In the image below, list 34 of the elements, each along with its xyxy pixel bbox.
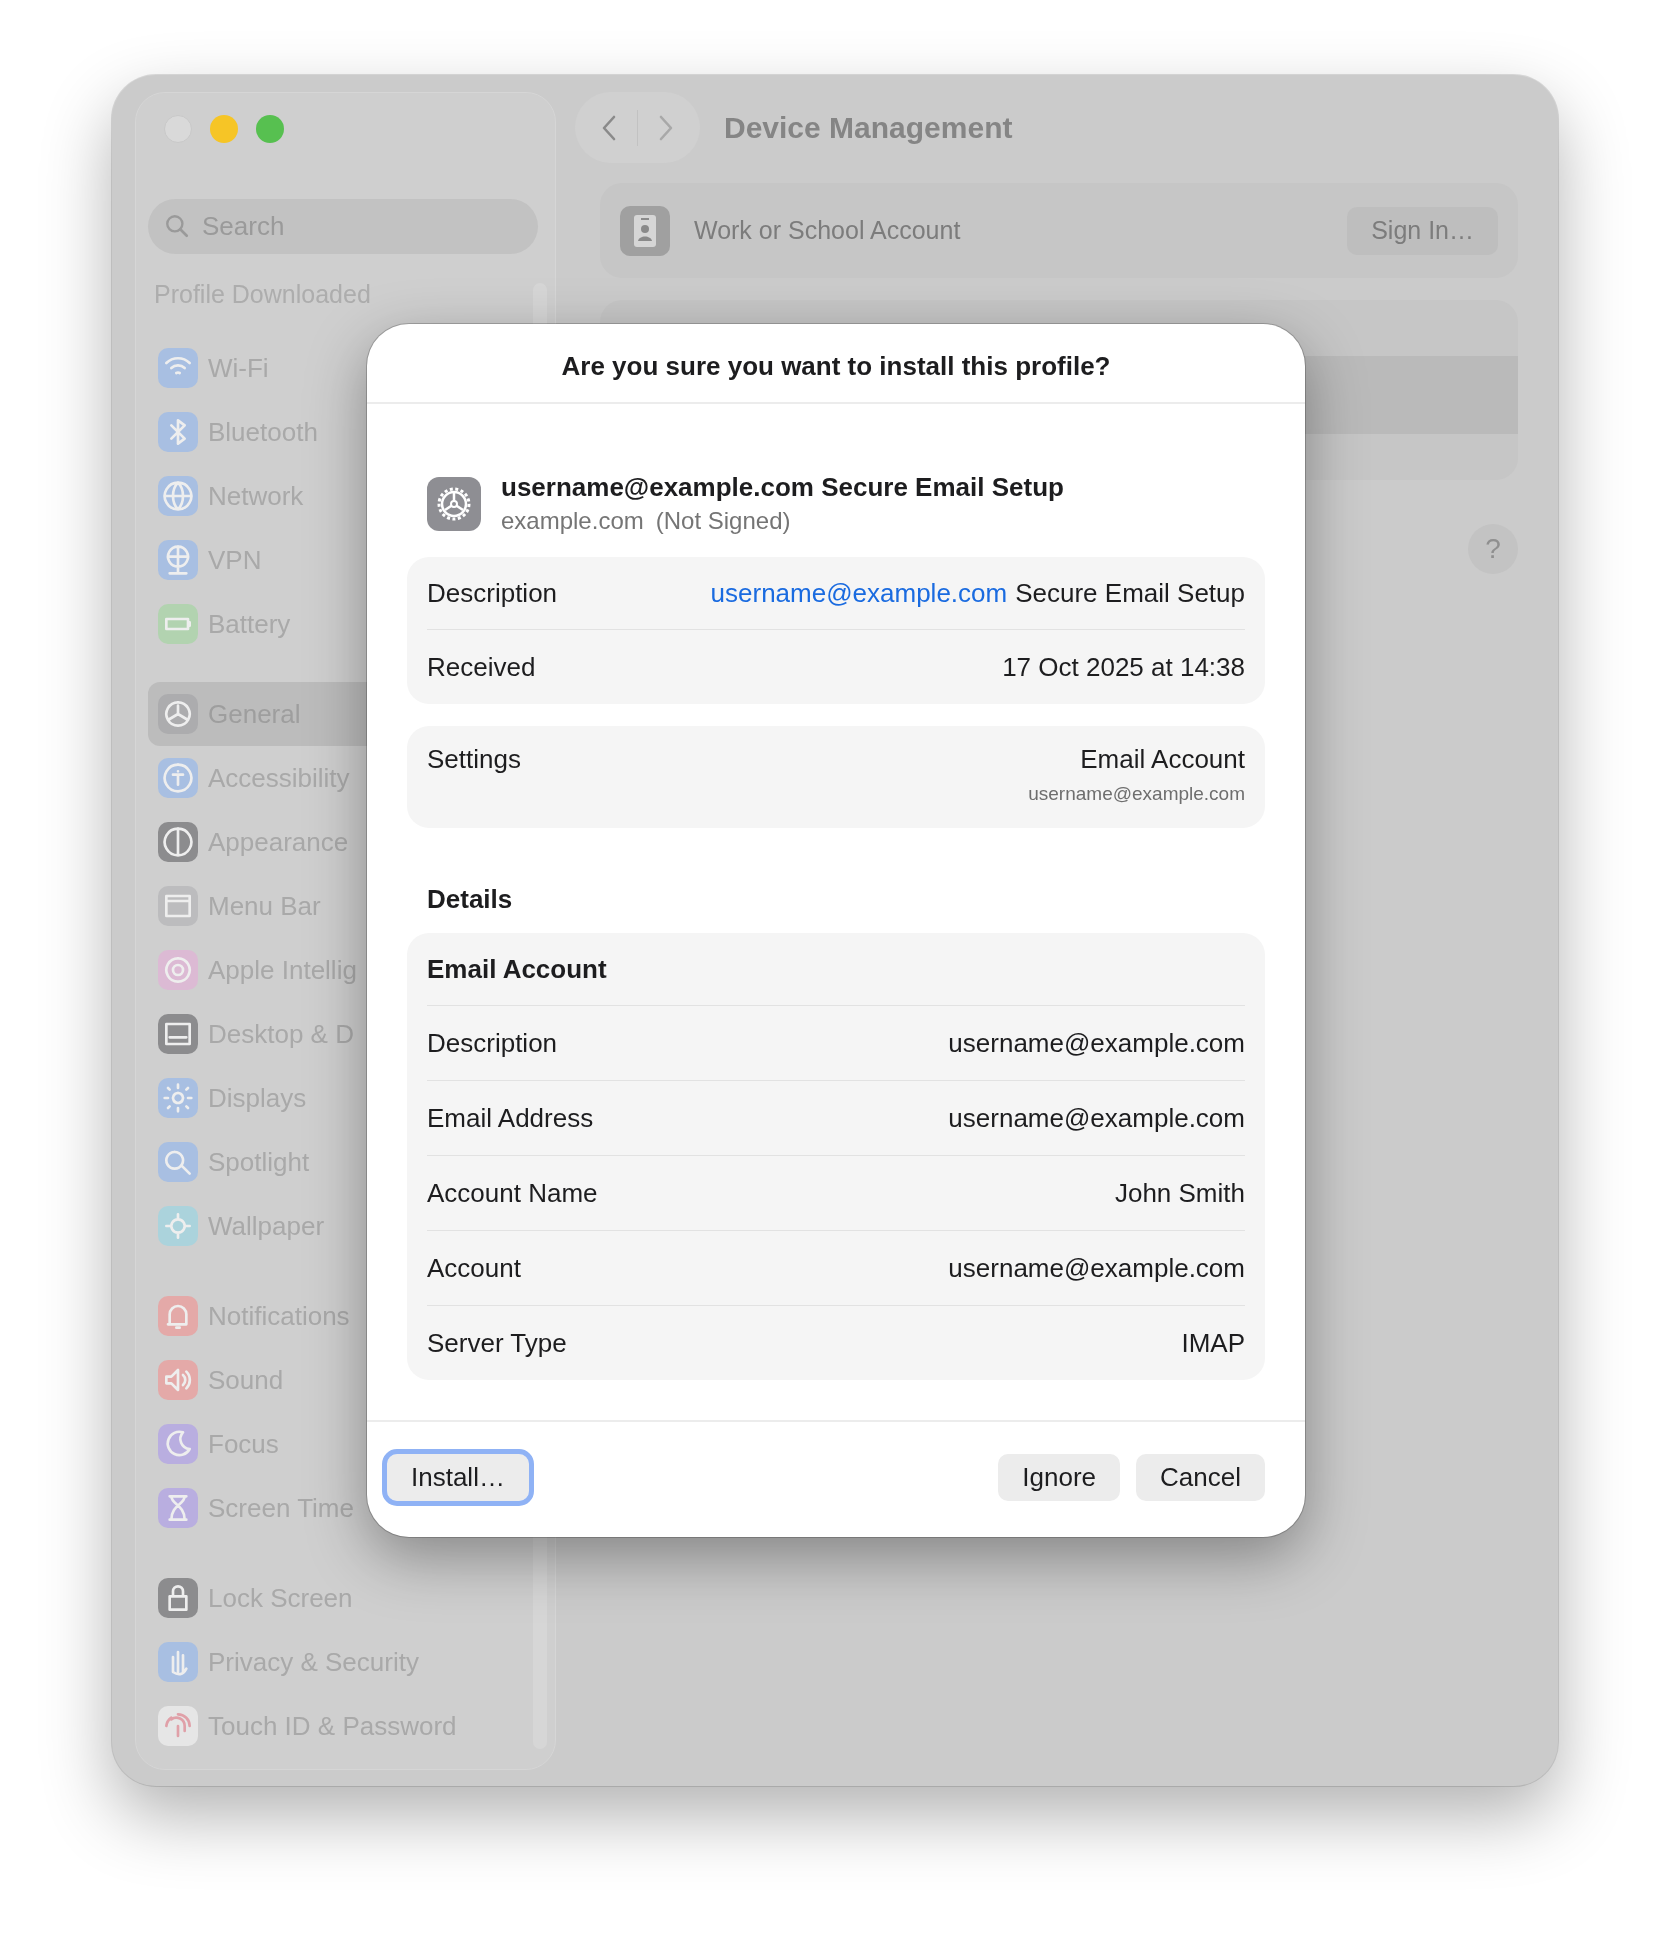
id-badge-icon	[620, 205, 670, 256]
section-heading: Details	[426, 883, 514, 915]
row-label: Description	[427, 1027, 558, 1059]
gear-icon	[427, 476, 481, 531]
row-label: Email Address	[427, 1102, 594, 1134]
row-subtitle: username@example.com	[1028, 783, 1245, 805]
email-link[interactable]: username@example.com	[710, 577, 1008, 609]
row-value: username@example.com	[948, 1102, 1245, 1134]
row-label: Account	[427, 1252, 521, 1284]
sign-in-button[interactable]: Sign In…	[1347, 206, 1498, 255]
row-value: John Smith	[1114, 1177, 1245, 1209]
row-label: Server Type	[427, 1327, 567, 1359]
help-button[interactable]: ?	[1468, 524, 1518, 574]
account-label: Work or School Account	[694, 216, 962, 245]
signing-status: (Not Signed)	[655, 507, 791, 535]
row-value: Secure Email Setup	[1015, 577, 1245, 609]
row-label: Account Name	[427, 1177, 598, 1209]
zoom-button[interactable]	[256, 115, 284, 143]
row-value: 17 Oct 2025 at 14:38	[1002, 651, 1245, 683]
row-value: IMAP	[1181, 1327, 1245, 1359]
group-title: Email Account	[427, 953, 607, 985]
minimize-button[interactable]	[210, 115, 238, 143]
window-title: Device Management	[724, 110, 1013, 145]
profile-domain: example.com	[501, 507, 644, 535]
dialog-title: Are you sure you want to install this profile?	[367, 324, 1305, 404]
row-value: username@example.com	[948, 1027, 1245, 1059]
dialog-button[interactable]: Cancel	[1136, 1454, 1265, 1501]
row-label: Received	[427, 651, 536, 683]
row-value: Email Account	[1080, 744, 1245, 775]
profile-name: username@example.com Secure Email Setup	[501, 472, 1064, 503]
row-label: Description	[427, 577, 558, 609]
dialog-button[interactable]: Ignore	[998, 1454, 1121, 1501]
row-value: username@example.com	[948, 1252, 1245, 1284]
row-label: Settings	[427, 744, 521, 775]
